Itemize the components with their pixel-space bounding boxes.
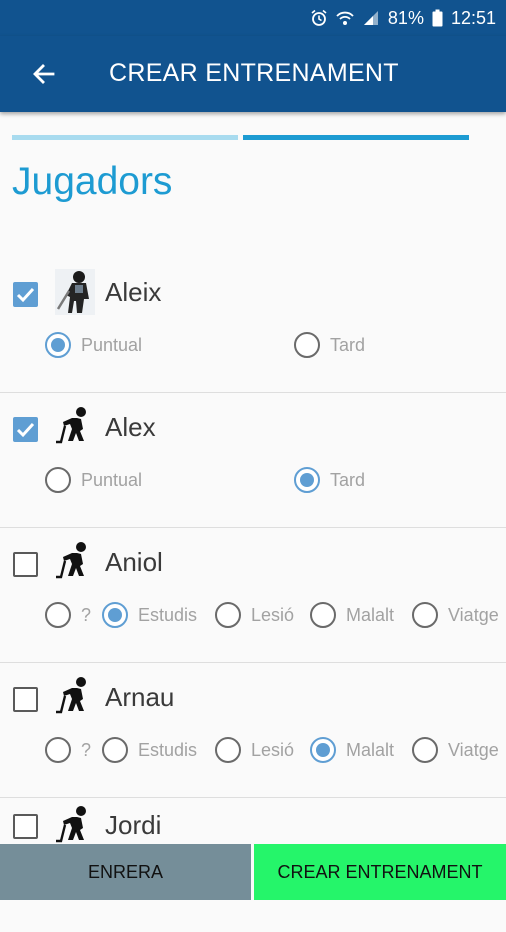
radio-button[interactable] <box>294 332 320 358</box>
option-label: Viatge <box>448 739 499 760</box>
clock: 12:51 <box>450 7 496 28</box>
page-title: CREAR ENTRENAMENT <box>109 59 399 87</box>
player-checkbox[interactable] <box>13 814 38 839</box>
hockey-goalie-icon <box>55 269 95 315</box>
option-estudis[interactable]: Estudis <box>102 602 197 628</box>
wifi-icon <box>336 9 354 27</box>
radio-button[interactable] <box>45 602 71 628</box>
option-lesio[interactable]: Lesió <box>215 737 294 763</box>
step-indicator-2 <box>243 135 469 140</box>
radio-button[interactable] <box>412 602 438 628</box>
option-viatge[interactable]: Viatge <box>412 602 499 628</box>
player-name: Alex <box>105 412 156 442</box>
option-label: Lesió <box>251 604 295 625</box>
option-label: Puntual <box>81 469 143 490</box>
option-label: Puntual <box>81 334 143 355</box>
radio-button[interactable] <box>45 737 71 763</box>
radio-button[interactable] <box>215 602 241 628</box>
radio-button[interactable] <box>102 737 128 763</box>
radio-button[interactable] <box>310 602 336 628</box>
battery-icon <box>432 9 443 27</box>
option-malalt[interactable]: Malalt <box>310 602 394 628</box>
option-label: ? <box>81 604 92 625</box>
option-lesio[interactable]: Lesió <box>215 602 294 628</box>
app-bar: CREAR ENTRENAMENT <box>0 36 506 112</box>
hockey-player-icon <box>55 539 95 585</box>
option-puntual[interactable]: Puntual <box>45 467 142 493</box>
signal-icon <box>362 9 380 27</box>
option-puntual[interactable]: Puntual <box>45 332 142 358</box>
player-name: Aleix <box>105 277 162 307</box>
option-viatge[interactable]: Viatge <box>412 737 499 763</box>
option-label: Estudis <box>138 604 198 625</box>
player-checkbox[interactable] <box>13 687 38 712</box>
back-arrow-icon[interactable] <box>26 56 62 92</box>
player-row-alex: Alex Puntual Tard <box>0 392 506 528</box>
player-name: Aniol <box>105 547 163 577</box>
hockey-player-icon <box>55 803 95 849</box>
option-tard[interactable]: Tard <box>294 332 365 358</box>
option-unknown[interactable]: ? <box>45 737 91 763</box>
status-bar: 81% 12:51 <box>0 0 506 36</box>
radio-button[interactable] <box>310 737 336 763</box>
step-indicator-1 <box>12 135 238 140</box>
player-name: Arnau <box>105 682 175 712</box>
option-label: Tard <box>330 334 366 355</box>
alarm-icon <box>310 9 328 27</box>
radio-button[interactable] <box>215 737 241 763</box>
player-name: Jordi <box>105 810 162 840</box>
radio-button[interactable] <box>45 332 71 358</box>
section-heading: Jugadors <box>12 160 173 203</box>
hockey-player-icon <box>55 674 95 720</box>
radio-button[interactable] <box>294 467 320 493</box>
player-checkbox[interactable] <box>13 417 38 442</box>
option-label: Viatge <box>448 604 499 625</box>
player-checkbox[interactable] <box>13 282 38 307</box>
option-label: Malalt <box>346 604 395 625</box>
hockey-player-icon <box>55 404 95 450</box>
option-unknown[interactable]: ? <box>45 602 91 628</box>
back-button[interactable]: ENRERA <box>0 844 251 900</box>
option-label: Malalt <box>346 739 395 760</box>
option-tard[interactable]: Tard <box>294 467 365 493</box>
radio-button[interactable] <box>412 737 438 763</box>
battery-text: 81% <box>387 7 424 28</box>
player-row-aniol: Aniol ? Estudis Lesió Malalt Viatge <box>0 527 506 663</box>
option-label: Estudis <box>138 739 198 760</box>
player-checkbox[interactable] <box>13 552 38 577</box>
option-malalt[interactable]: Malalt <box>310 737 394 763</box>
player-row-arnau: Arnau ? Estudis Lesió Malalt Viatge <box>0 662 506 798</box>
option-estudis[interactable]: Estudis <box>102 737 197 763</box>
option-label: Tard <box>330 469 366 490</box>
radio-button[interactable] <box>45 467 71 493</box>
create-training-button[interactable]: CREAR ENTRENAMENT <box>254 844 506 900</box>
radio-button[interactable] <box>102 602 128 628</box>
option-label: Lesió <box>251 739 295 760</box>
option-label: ? <box>81 739 92 760</box>
player-row-aleix: Aleix Puntual Tard <box>0 257 506 393</box>
